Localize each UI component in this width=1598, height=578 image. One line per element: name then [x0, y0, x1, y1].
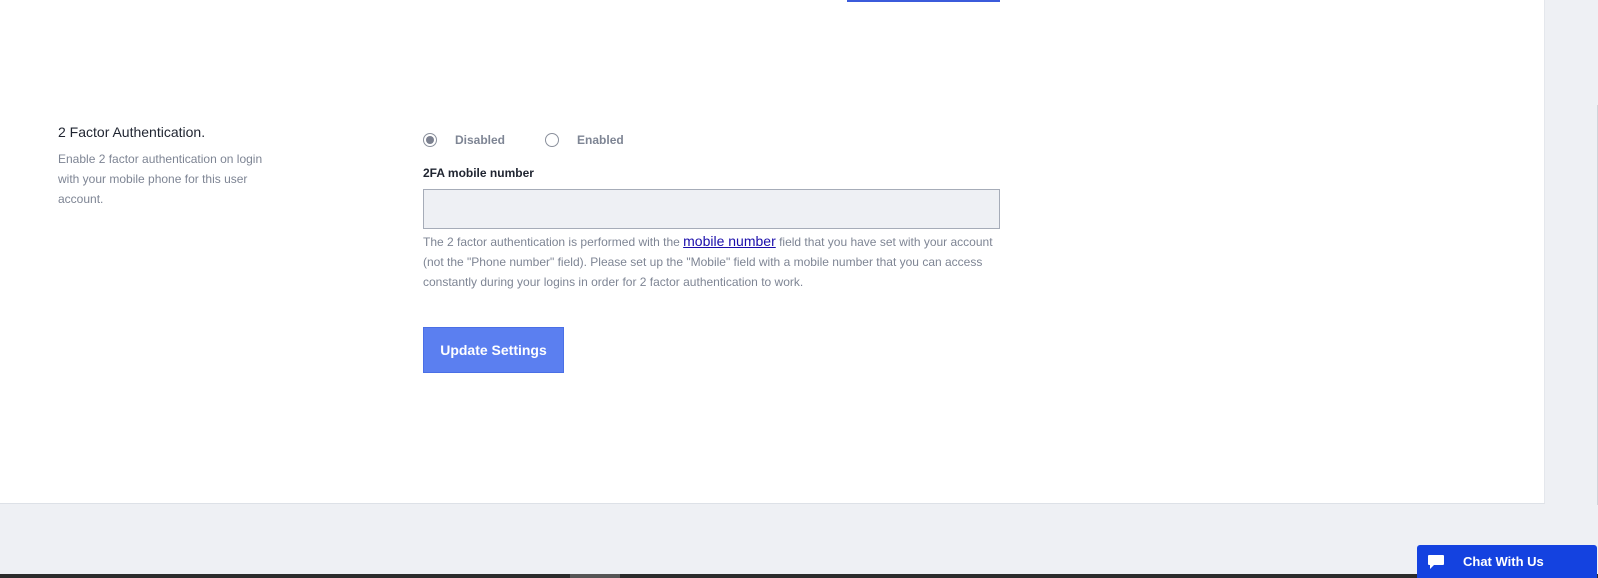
- two-factor-intro: 2 Factor Authentication. Enable 2 factor…: [58, 124, 278, 209]
- chat-bubble-icon: [1427, 553, 1447, 571]
- radio-selected-dot: [426, 136, 434, 144]
- top-underline-divider: [847, 0, 1000, 2]
- chat-label[interactable]: Chat With Us: [1463, 554, 1544, 569]
- radio-enabled[interactable]: Enabled: [545, 133, 624, 147]
- radio-disabled-circle[interactable]: [423, 133, 437, 147]
- mobile-number-label: 2FA mobile number: [423, 166, 534, 180]
- radio-disabled[interactable]: Disabled: [423, 133, 505, 147]
- two-factor-form: Disabled Enabled 2FA mobile number The 2…: [423, 131, 1001, 373]
- mobile-number-input[interactable]: [423, 189, 1000, 229]
- mobile-number-link[interactable]: mobile number: [683, 233, 776, 249]
- help-text-before: The 2 factor authentication is performed…: [423, 235, 684, 249]
- section-description: Enable 2 factor authentication on login …: [58, 152, 263, 206]
- two-factor-radio-group: Disabled Enabled: [423, 131, 1001, 149]
- chat-with-us-button[interactable]: Chat With Us: [1417, 545, 1597, 578]
- taskbar-segment: [570, 574, 620, 578]
- bottom-taskbar: [0, 574, 1598, 578]
- update-settings-button[interactable]: Update Settings: [423, 327, 564, 373]
- page: 2 Factor Authentication. Enable 2 factor…: [0, 0, 1598, 578]
- radio-enabled-circle[interactable]: [545, 133, 560, 147]
- radio-enabled-label[interactable]: Enabled: [577, 133, 624, 147]
- section-title: 2 Factor Authentication.: [58, 124, 206, 140]
- settings-card: 2 Factor Authentication. Enable 2 factor…: [0, 0, 1545, 504]
- radio-disabled-label[interactable]: Disabled: [455, 133, 505, 147]
- help-text: The 2 factor authentication is performed…: [423, 231, 1003, 292]
